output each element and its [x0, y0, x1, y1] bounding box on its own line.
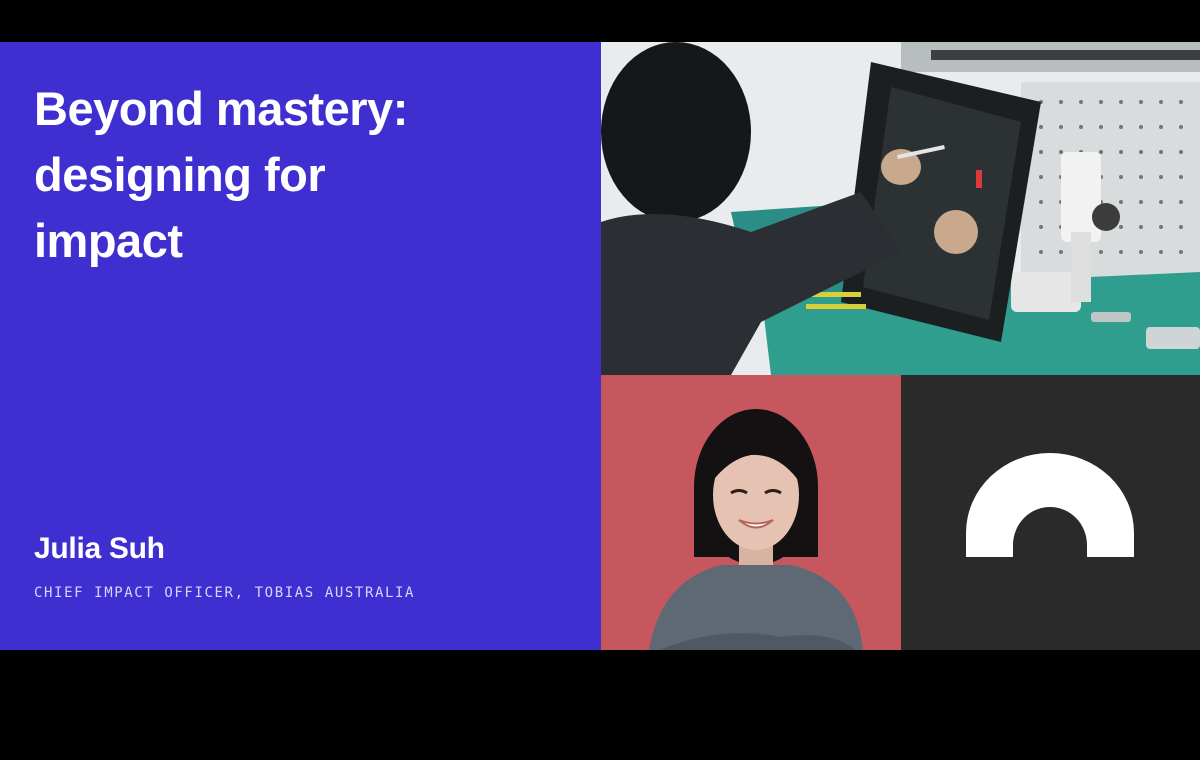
title-panel: Beyond mastery: designing for impact Jul…: [0, 42, 601, 650]
speaker-name: Julia Suh: [34, 532, 165, 565]
talk-title: Beyond mastery: designing for impact: [34, 76, 554, 274]
brand-logo-tile: [901, 375, 1200, 650]
arch-logo-icon: [966, 453, 1134, 557]
speaker-portrait-illustration: [601, 375, 901, 650]
conference-slide: Beyond mastery: designing for impact Jul…: [0, 42, 1200, 650]
speaker-portrait-photo: [601, 375, 901, 650]
video-frame: Beyond mastery: designing for impact Jul…: [0, 0, 1200, 760]
talk-title-line-3: impact: [34, 214, 183, 267]
speaker-role: CHIEF IMPACT OFFICER, TOBIAS AUSTRALIA: [34, 585, 416, 601]
talk-title-line-2: designing for: [34, 148, 326, 201]
talk-title-line-1: Beyond mastery:: [34, 82, 408, 135]
workshop-photo-illustration: [601, 42, 1200, 375]
workshop-photo: [601, 42, 1200, 375]
